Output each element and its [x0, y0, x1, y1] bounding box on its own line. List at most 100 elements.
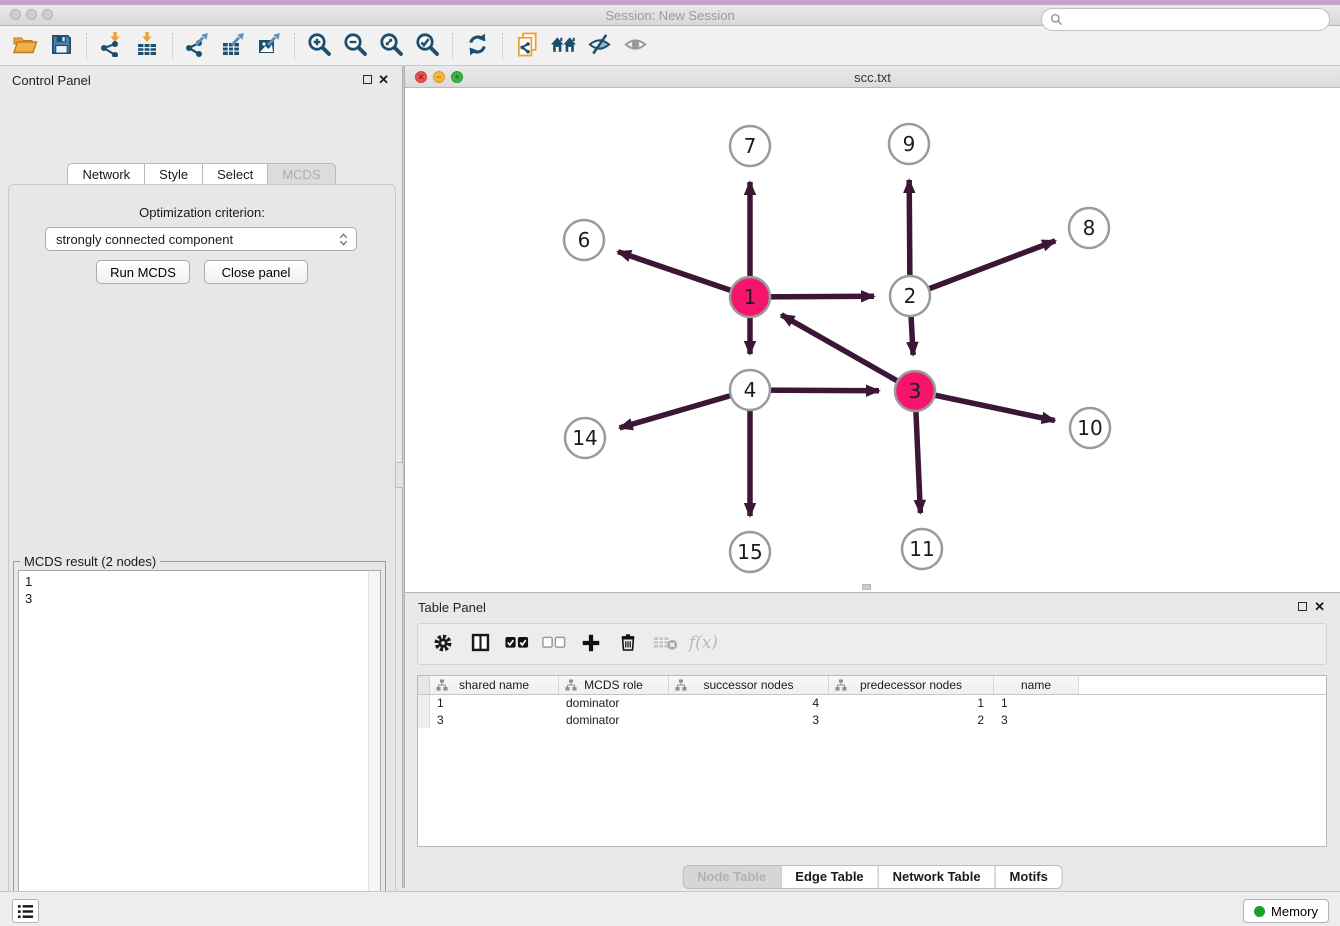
close-panel-icon[interactable]: ✕: [378, 72, 389, 88]
table-close-icon[interactable]: ✕: [1314, 599, 1325, 615]
mcds-result-textarea[interactable]: 13: [18, 570, 381, 926]
create-column-button[interactable]: [576, 629, 606, 659]
table-float-icon[interactable]: [1298, 602, 1307, 611]
task-history-button[interactable]: [12, 899, 39, 923]
graph-node-2[interactable]: 2: [890, 276, 930, 316]
tab-network-table[interactable]: Network Table: [878, 865, 996, 889]
float-panel-icon[interactable]: [363, 75, 372, 84]
table-row-1[interactable]: 1dominator411: [418, 695, 1326, 712]
column-header-successor-nodes[interactable]: successor nodes: [669, 676, 829, 694]
optimization-dropdown[interactable]: strongly connected component: [45, 227, 357, 251]
mcds-result-group: MCDS result (2 nodes) 13: [13, 561, 386, 926]
cell-MCDS-role[interactable]: dominator: [559, 712, 669, 729]
tab-node-table[interactable]: Node Table: [682, 865, 781, 889]
zoom-selected-button[interactable]: [412, 31, 442, 61]
toolbar-separator: [502, 33, 503, 59]
zoom-in-button[interactable]: [304, 31, 334, 61]
tab-motifs[interactable]: Motifs: [995, 865, 1063, 889]
fx-icon: f(x): [687, 632, 717, 656]
export-table-button[interactable]: [218, 31, 248, 61]
show-hide-view-button: [620, 31, 650, 61]
cell-shared-name[interactable]: 3: [430, 712, 559, 729]
table-delete-icon: [653, 634, 678, 654]
search-input[interactable]: [1068, 13, 1321, 27]
table-tabs: Node TableEdge TableNetwork TableMotifs: [682, 865, 1063, 889]
double-home-icon: [550, 33, 577, 59]
zoom-out-button[interactable]: [340, 31, 370, 61]
cell-shared-name[interactable]: 1: [430, 695, 559, 712]
control-panel: Control Panel ✕ NetworkStyleSelectMCDS O…: [0, 66, 402, 888]
cell-predecessor-nodes[interactable]: 1: [829, 695, 994, 712]
graph-node-4[interactable]: 4: [730, 370, 770, 410]
save-session-button[interactable]: [46, 31, 76, 61]
open-network-home-button[interactable]: [548, 31, 578, 61]
eye-slash-icon: [587, 32, 612, 60]
run-mcds-button[interactable]: Run MCDS: [96, 260, 190, 284]
svg-text:8: 8: [1083, 216, 1096, 240]
close-panel-button[interactable]: Close panel: [204, 260, 308, 284]
unchecked-boxes-icon: [542, 636, 566, 652]
column-header-predecessor-nodes[interactable]: predecessor nodes: [829, 676, 994, 694]
column-header-MCDS-role[interactable]: MCDS role: [559, 676, 669, 694]
result-scrollbar[interactable]: [368, 571, 380, 926]
open-session-button[interactable]: [10, 31, 40, 61]
table-row-2[interactable]: 3dominator323: [418, 712, 1326, 729]
column-header-name[interactable]: name: [994, 676, 1079, 694]
graph-edge-3-10[interactable]: [915, 391, 1055, 421]
table-body: 1dominator4113dominator323: [418, 695, 1326, 728]
window-top-edge: [0, 0, 1340, 5]
export-network-button[interactable]: [182, 31, 212, 61]
divider-handle[interactable]: [395, 462, 404, 488]
clone-network-button[interactable]: [512, 31, 542, 61]
canvas-scroll-thumb[interactable]: [862, 584, 871, 590]
import-table-button[interactable]: [132, 31, 162, 61]
function-builder-button: f(x): [687, 629, 717, 659]
cell-predecessor-nodes[interactable]: 2: [829, 712, 994, 729]
delete-columns-button[interactable]: [613, 629, 643, 659]
graph-node-15[interactable]: 15: [730, 532, 770, 572]
tab-edge-table[interactable]: Edge Table: [780, 865, 878, 889]
search-box[interactable]: [1041, 8, 1330, 31]
graph-node-6[interactable]: 6: [564, 220, 604, 260]
show-column-button[interactable]: [465, 629, 495, 659]
graph-node-11[interactable]: 11: [902, 529, 942, 569]
cell-name[interactable]: 3: [994, 712, 1079, 729]
svg-text:1: 1: [744, 285, 757, 309]
column-label: MCDS role: [584, 678, 643, 692]
memory-status-dot: [1254, 906, 1265, 917]
open-folder-icon: [12, 33, 38, 59]
graph-node-9[interactable]: 9: [889, 124, 929, 164]
toggle-graphics-details-button[interactable]: [584, 31, 614, 61]
graph-node-10[interactable]: 10: [1070, 408, 1110, 448]
network-title: scc.txt: [405, 70, 1340, 85]
select-all-columns-button[interactable]: [502, 629, 532, 659]
graph-edge-3-1[interactable]: [781, 315, 915, 391]
zoom-fit-button[interactable]: [376, 31, 406, 61]
graph-node-7[interactable]: 7: [730, 126, 770, 166]
apply-preferred-layout-button[interactable]: [462, 31, 492, 61]
toolbar-separator: [86, 33, 87, 59]
graph-node-14[interactable]: 14: [565, 418, 605, 458]
main-toolbar: [0, 26, 1340, 66]
network-window: ✕ − + scc.txt 7968124314101511: [405, 66, 1340, 592]
svg-text:7: 7: [744, 134, 757, 158]
delete-table-button: [650, 629, 680, 659]
export-image-button[interactable]: [254, 31, 284, 61]
graph-node-8[interactable]: 8: [1069, 208, 1109, 248]
row-gutter: [418, 695, 430, 712]
svg-text:15: 15: [737, 540, 762, 564]
graph-node-1[interactable]: 1: [730, 277, 770, 317]
import-network-button[interactable]: [96, 31, 126, 61]
graph-node-3[interactable]: 3: [895, 371, 935, 411]
cell-name[interactable]: 1: [994, 695, 1079, 712]
memory-button[interactable]: Memory: [1243, 899, 1329, 923]
refresh-icon: [465, 32, 490, 60]
graph-edge-2-8[interactable]: [910, 241, 1055, 296]
cell-successor-nodes[interactable]: 3: [669, 712, 829, 729]
table-settings-button[interactable]: [428, 629, 458, 659]
column-header-shared-name[interactable]: shared name: [430, 676, 559, 694]
cell-MCDS-role[interactable]: dominator: [559, 695, 669, 712]
cell-successor-nodes[interactable]: 4: [669, 695, 829, 712]
unselect-all-columns-button[interactable]: [539, 629, 569, 659]
network-canvas[interactable]: 7 9 6 8 1 2 4 3 14 10 15 11: [405, 88, 1340, 592]
